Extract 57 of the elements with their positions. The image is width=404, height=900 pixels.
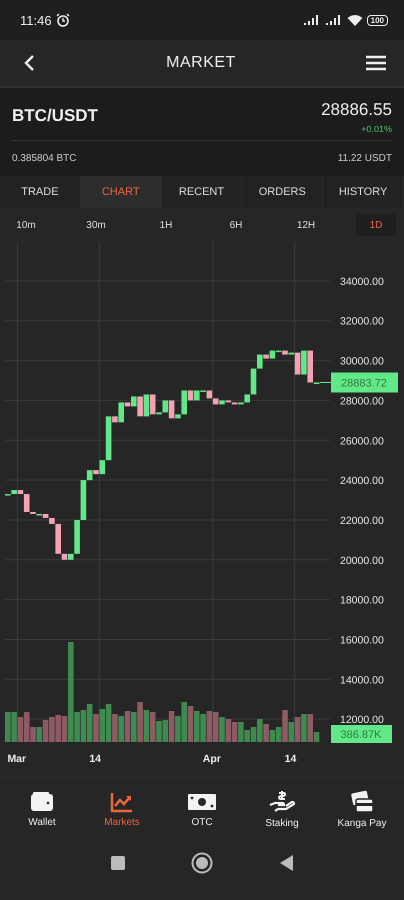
y-axis-label: 24000.00 bbox=[340, 475, 384, 488]
y-axis-label: 20000.00 bbox=[340, 554, 384, 567]
base-balance: 0.385804 BTC bbox=[12, 153, 76, 164]
back-nav-button[interactable] bbox=[278, 854, 294, 872]
y-axis-label: 26000.00 bbox=[340, 435, 384, 448]
y-axis-label: 28000.00 bbox=[340, 395, 384, 408]
y-axis-label: 30000.00 bbox=[340, 356, 384, 368]
signal-icon bbox=[302, 14, 321, 26]
interval-button[interactable]: 1D bbox=[356, 214, 396, 236]
interval-button[interactable]: 12H bbox=[286, 214, 326, 236]
page-title: MARKET bbox=[166, 54, 236, 72]
interval-button[interactable]: 6H bbox=[216, 214, 256, 236]
x-axis-label: Apr bbox=[202, 753, 221, 765]
tab[interactable]: RECENT bbox=[162, 176, 242, 208]
interval-button[interactable]: 30m bbox=[76, 214, 116, 236]
recents-button[interactable] bbox=[110, 854, 126, 870]
tab[interactable]: HISTORY bbox=[323, 176, 404, 208]
y-axis-label: 16000.00 bbox=[340, 634, 384, 646]
y-axis-label: 18000.00 bbox=[340, 594, 384, 607]
signal-icon bbox=[324, 14, 343, 26]
quote-balance: 11.22 USDT bbox=[338, 153, 392, 164]
y-axis-label: 34000.00 bbox=[340, 276, 384, 288]
clock-time: 11:46 bbox=[20, 12, 52, 28]
home-button[interactable] bbox=[191, 852, 213, 874]
tab[interactable]: ORDERS bbox=[242, 176, 324, 208]
price-change: +0.01% bbox=[361, 124, 392, 134]
nav-item[interactable]: OTC bbox=[164, 790, 240, 828]
nav-item[interactable]: Staking bbox=[244, 790, 320, 828]
y-axis-label: 14000.00 bbox=[340, 674, 384, 686]
wifi-icon bbox=[346, 14, 363, 26]
x-axis-label: 14 bbox=[89, 753, 102, 765]
menu-icon bbox=[366, 55, 386, 71]
cards-icon bbox=[350, 790, 374, 814]
circle-icon bbox=[191, 852, 213, 874]
last-price: 28886.55 bbox=[321, 100, 392, 120]
nav-item[interactable]: Wallet bbox=[4, 790, 80, 828]
tab[interactable]: TRADE bbox=[0, 176, 81, 208]
x-axis-label: 14 bbox=[284, 753, 296, 765]
x-axis-label: Mar bbox=[7, 753, 26, 765]
interval-button[interactable]: 1H bbox=[146, 214, 186, 236]
tab[interactable]: CHART bbox=[80, 176, 162, 208]
back-icon bbox=[22, 54, 36, 72]
nav-item[interactable]: Kanga Pay bbox=[324, 790, 400, 828]
line-chart-icon bbox=[110, 790, 134, 812]
interval-button[interactable]: 10m bbox=[6, 214, 46, 236]
wallet-icon bbox=[30, 790, 54, 812]
triangle-icon bbox=[278, 854, 294, 872]
square-icon bbox=[110, 854, 126, 870]
nav-item[interactable]: Markets bbox=[84, 790, 160, 828]
volume-tag: 386.87K bbox=[331, 725, 392, 743]
y-axis-label: 12000.00 bbox=[340, 714, 384, 726]
y-axis-label: 22000.00 bbox=[340, 514, 384, 527]
y-axis-label: 32000.00 bbox=[340, 316, 384, 328]
battery-indicator: 100 bbox=[366, 14, 388, 26]
alarm-icon bbox=[56, 13, 70, 27]
pair-symbol: BTC/USDT bbox=[12, 106, 98, 126]
hand-coin-icon bbox=[269, 790, 295, 814]
